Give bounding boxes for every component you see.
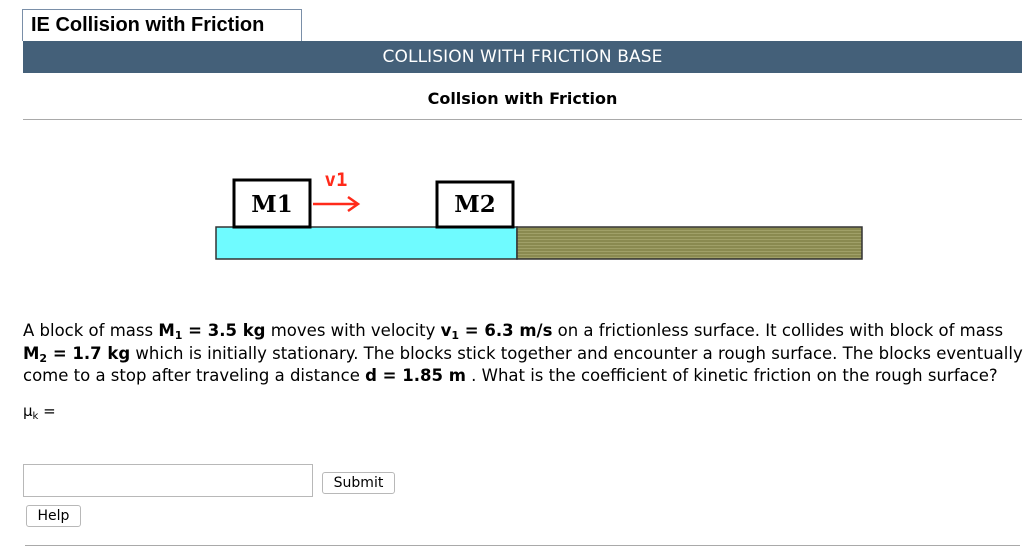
page-subtitle: Collsion with Friction <box>427 89 618 108</box>
mu-k-label: μk = <box>23 402 56 422</box>
problem-statement: A block of mass M1 = 3.5 kg moves with v… <box>23 320 1023 388</box>
mass-m2: M2 = 1.7 kg <box>23 343 131 365</box>
velocity-arrow-icon <box>313 195 361 213</box>
window-title-tab: IE Collision with Friction <box>22 9 302 41</box>
collision-diagram: M1 M2 v1 <box>215 169 863 260</box>
top-divider <box>23 119 1022 120</box>
bottom-divider <box>25 545 1020 546</box>
problem-text-3: on a frictionless surface. It collides w… <box>552 321 1004 340</box>
block-m1-label: M1 <box>251 191 292 218</box>
submit-button[interactable]: Submit <box>322 472 395 494</box>
distance-d: d = 1.85 m <box>365 366 466 385</box>
velocity-label: v1 <box>325 169 348 191</box>
answer-input[interactable] <box>23 464 313 497</box>
problem-text-2: moves with velocity <box>265 321 441 340</box>
banner-title: COLLISION WITH FRICTION BASE <box>23 41 1022 73</box>
velocity-v1: v1 = 6.3 m/s <box>440 321 553 342</box>
mass-m1: M1 = 3.5 kg <box>158 321 266 342</box>
frictionless-surface <box>215 226 518 260</box>
rough-surface <box>516 226 863 260</box>
problem-text-5: . What is the coefficient of kinetic fri… <box>465 366 998 385</box>
problem-text-1: A block of mass <box>23 321 159 340</box>
help-button[interactable]: Help <box>26 505 81 527</box>
block-m2-label: M2 <box>454 191 495 218</box>
